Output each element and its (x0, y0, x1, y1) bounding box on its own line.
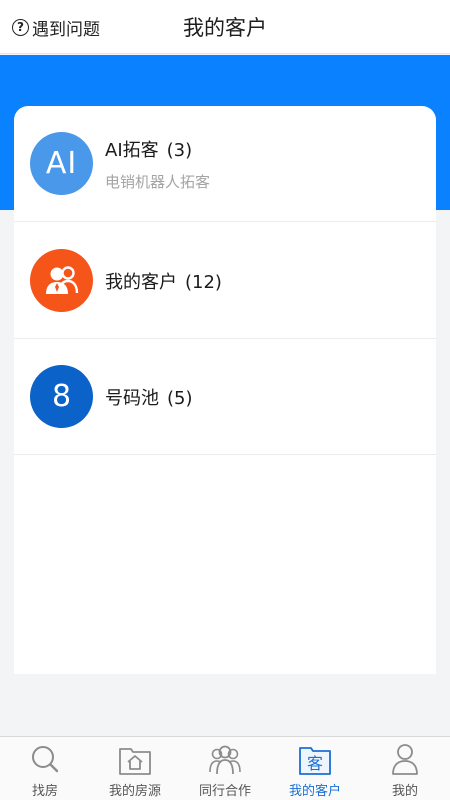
tab-mine[interactable]: 我的 (360, 737, 450, 800)
list-item-subtitle: 电销机器人拓客 (105, 172, 211, 191)
customer-folder-icon: 客 (299, 747, 331, 775)
people-icon (209, 745, 241, 775)
list-item-text: AI拓客 (3) 电销机器人拓客 (105, 136, 210, 192)
customer-menu-card: AI AI拓客 (3) 电销机器人拓客 我的客户 (12) 8 号码池 (5) (14, 106, 436, 674)
list-item-text: 号码池 (5) (105, 384, 193, 410)
tab-my-customers[interactable]: 客 我的客户 (270, 737, 360, 800)
ai-icon: AI (30, 132, 93, 195)
house-folder-icon (119, 748, 151, 775)
tab-label: 同行合作 (198, 784, 251, 799)
list-item-count: (3) (166, 139, 193, 161)
tab-label: 找房 (31, 784, 58, 799)
list-item-title: AI拓客 (3) (105, 139, 193, 161)
list-item-text: 我的客户 (12) (105, 268, 222, 294)
user-icon (392, 744, 418, 775)
svg-text:客: 客 (307, 754, 323, 773)
list-item-count: (5) (167, 387, 193, 409)
number-8-icon: 8 (30, 365, 93, 428)
top-header: ? 遇到问题 我的客户 (0, 0, 450, 54)
page-title: 我的客户 (183, 16, 267, 40)
tab-my-listings[interactable]: 我的房源 (90, 737, 180, 800)
list-item-title: 我的客户 (12) (105, 271, 222, 293)
customer-group-icon (30, 249, 93, 312)
list-item-count: (12) (185, 271, 222, 293)
list-item-title: 号码池 (5) (105, 387, 193, 409)
list-item-my-customers[interactable]: 我的客户 (12) (14, 223, 436, 339)
tab-label: 我的客户 (288, 784, 341, 799)
search-icon (32, 746, 59, 773)
bottom-tab-bar: 找房 我的房源 同行合作 客 我的客户 我的 (0, 736, 450, 800)
tab-label: 我的房源 (108, 784, 161, 799)
tab-peer-cooperation[interactable]: 同行合作 (180, 737, 270, 800)
list-item-number-pool[interactable]: 8 号码池 (5) (14, 339, 436, 455)
tab-label: 我的 (391, 784, 418, 799)
tab-find-house[interactable]: 找房 (0, 737, 90, 800)
list-item-ai-prospecting[interactable]: AI AI拓客 (3) 电销机器人拓客 (14, 106, 436, 222)
